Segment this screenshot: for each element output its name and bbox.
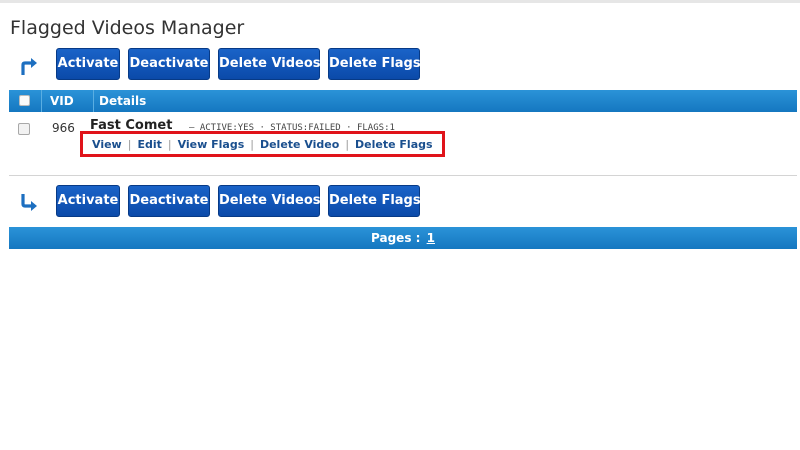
- arrow-turn-down-right-icon: [21, 194, 37, 211]
- page-link[interactable]: 1: [427, 231, 435, 245]
- delete-flags-button[interactable]: Delete Flags: [328, 48, 421, 80]
- edit-link[interactable]: Edit: [131, 138, 167, 151]
- top-border: [0, 0, 800, 3]
- view-flags-link[interactable]: View Flags: [172, 138, 251, 151]
- deactivate-button[interactable]: Deactivate: [128, 185, 210, 217]
- activate-button[interactable]: Activate: [56, 185, 120, 217]
- select-all-checkbox[interactable]: [19, 95, 30, 106]
- top-action-bar: Activate Deactivate Delete Videos Delete…: [10, 48, 800, 82]
- row-action-links: View | Edit | View Flags | Delete Video …: [80, 131, 445, 157]
- delete-videos-button[interactable]: Delete Videos: [218, 185, 321, 217]
- view-link[interactable]: View: [86, 138, 128, 151]
- pagination-bar: Pages : 1: [9, 227, 797, 249]
- table-header: VID Details: [9, 90, 797, 112]
- column-header-details: Details: [99, 94, 147, 108]
- activate-button[interactable]: Activate: [56, 48, 120, 80]
- page-title: Flagged Videos Manager: [10, 17, 245, 39]
- select-all-cell: [9, 90, 42, 112]
- row-checkbox[interactable]: [18, 123, 30, 135]
- table-row: 966 Fast Comet — ACTIVE:YES · STATUS:FAI…: [9, 112, 797, 172]
- divider: [9, 175, 797, 176]
- bottom-action-bar: Activate Deactivate Delete Videos Delete…: [10, 185, 800, 219]
- delete-flags-link[interactable]: Delete Flags: [349, 138, 439, 151]
- delete-videos-button[interactable]: Delete Videos: [218, 48, 321, 80]
- delete-video-link[interactable]: Delete Video: [254, 138, 345, 151]
- pages-label: Pages :: [371, 231, 421, 245]
- row-vid: 966: [52, 121, 75, 135]
- column-header-vid: VID: [43, 90, 94, 112]
- deactivate-button[interactable]: Deactivate: [128, 48, 210, 80]
- delete-flags-button[interactable]: Delete Flags: [328, 185, 421, 217]
- arrow-turn-up-right-icon: [21, 58, 37, 75]
